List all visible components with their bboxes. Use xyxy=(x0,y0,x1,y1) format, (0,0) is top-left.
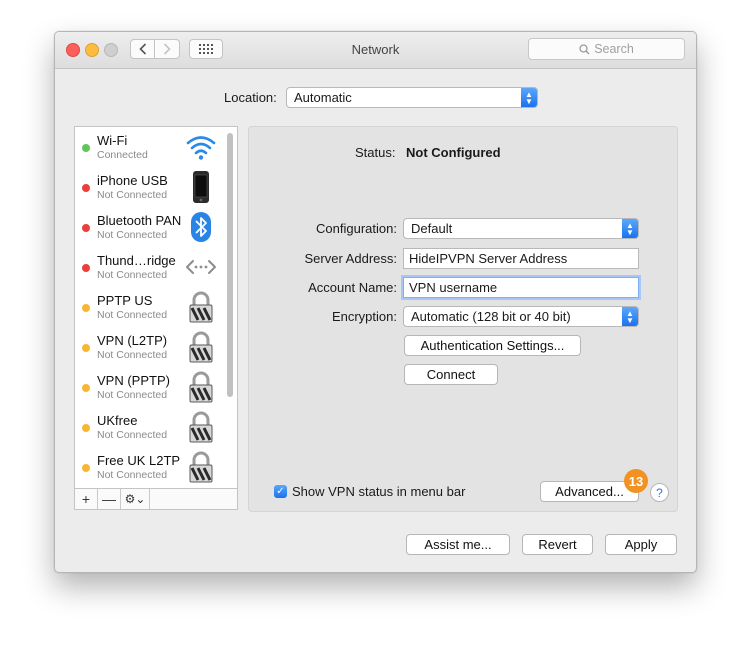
service-item-vpn-pptp[interactable]: VPN (PPTP) Not Connected xyxy=(75,367,225,407)
service-name: Bluetooth PAN xyxy=(97,213,182,228)
status-dot xyxy=(82,424,90,432)
service-name: iPhone USB xyxy=(97,173,168,188)
service-item-free-uk-l2tp[interactable]: Free UK L2TP Not Connected xyxy=(75,447,225,485)
service-item-ukfree[interactable]: UKfree Not Connected xyxy=(75,407,225,447)
status-label: Status: xyxy=(355,145,396,160)
thunderbolt-bridge-icon xyxy=(186,260,216,274)
configuration-value: Default xyxy=(411,221,453,236)
vpn-lock-icon xyxy=(189,331,213,363)
server-address-label: Server Address: xyxy=(304,251,398,266)
service-status: Not Connected xyxy=(97,429,168,441)
authentication-settings-button[interactable]: Authentication Settings... xyxy=(404,335,581,356)
connect-button[interactable]: Connect xyxy=(404,364,498,385)
location-label: Location: xyxy=(224,90,277,105)
status-dot xyxy=(82,344,90,352)
step-number-badge: 13 xyxy=(624,469,648,493)
service-item-bluetooth-pan[interactable]: Bluetooth PAN Not Connected xyxy=(75,207,225,247)
apply-button[interactable]: Apply xyxy=(605,534,677,555)
service-list: Wi-Fi Connected iPhone USB Not Connected xyxy=(74,126,238,510)
vpn-lock-icon xyxy=(189,411,213,443)
add-service-button[interactable]: + xyxy=(75,489,98,509)
encryption-select[interactable]: Automatic (128 bit or 40 bit) ▲ ▼ xyxy=(403,306,639,327)
assist-me-button[interactable]: Assist me... xyxy=(406,534,510,555)
status-value: Not Configured xyxy=(406,145,501,160)
service-status: Connected xyxy=(97,149,148,161)
iphone-icon xyxy=(193,171,209,203)
service-status: Not Connected xyxy=(97,189,168,201)
server-address-value: HideIPVPN Server Address xyxy=(409,251,568,266)
service-status: Not Connected xyxy=(97,469,168,481)
status-dot xyxy=(82,264,90,272)
select-arrows-icon: ▲ ▼ xyxy=(622,307,638,326)
status-dot xyxy=(82,304,90,312)
location-value: Automatic xyxy=(294,90,352,105)
revert-button[interactable]: Revert xyxy=(522,534,593,555)
select-arrows-icon: ▲ ▼ xyxy=(521,88,537,107)
location-select[interactable]: Automatic ▲ ▼ xyxy=(286,87,538,108)
service-status: Not Connected xyxy=(97,349,168,361)
bluetooth-icon xyxy=(191,212,211,242)
gear-menu-button[interactable]: ⚙⌄ xyxy=(121,489,150,509)
search-icon xyxy=(579,43,590,54)
vpn-lock-icon xyxy=(189,451,213,483)
service-list-scrollbar[interactable] xyxy=(227,133,233,397)
service-status: Not Connected xyxy=(97,309,168,321)
network-window: Network Search Location: Automatic ▲ ▼ Wi… xyxy=(54,31,697,573)
service-name: Free UK L2TP xyxy=(97,453,181,468)
service-list-toolbar: + — ⚙⌄ xyxy=(75,488,237,509)
select-arrows-icon: ▲ ▼ xyxy=(622,219,638,238)
encryption-label: Encryption: xyxy=(331,309,397,324)
configuration-select[interactable]: Default ▲ ▼ xyxy=(403,218,639,239)
account-name-field[interactable]: VPN username xyxy=(403,277,639,298)
remove-service-button[interactable]: — xyxy=(98,489,121,509)
service-list-items: Wi-Fi Connected iPhone USB Not Connected xyxy=(75,127,225,485)
encryption-value: Automatic (128 bit or 40 bit) xyxy=(411,309,571,324)
configuration-label: Configuration: xyxy=(316,221,397,236)
vpn-lock-icon xyxy=(189,371,213,403)
service-name: Thund…ridge xyxy=(97,253,176,268)
show-vpn-status-checkbox[interactable]: ✓ xyxy=(274,485,287,498)
show-vpn-status-row[interactable]: ✓ Show VPN status in menu bar xyxy=(274,484,465,499)
status-dot xyxy=(82,224,90,232)
service-item-vpn-l2tp[interactable]: VPN (L2TP) Not Connected xyxy=(75,327,225,367)
account-name-value: VPN username xyxy=(409,280,498,295)
service-name: PPTP US xyxy=(97,293,153,308)
status-dot xyxy=(82,384,90,392)
server-address-field[interactable]: HideIPVPN Server Address xyxy=(403,248,639,269)
service-item-pptp-us[interactable]: PPTP US Not Connected xyxy=(75,287,225,327)
status-dot xyxy=(82,144,90,152)
wifi-icon xyxy=(186,136,216,160)
help-button[interactable]: ? xyxy=(650,483,669,502)
search-input[interactable]: Search xyxy=(528,38,685,60)
service-name: Wi-Fi xyxy=(97,133,128,148)
account-name-label: Account Name: xyxy=(308,280,397,295)
show-vpn-status-label: Show VPN status in menu bar xyxy=(292,484,466,499)
title-bar: Network Search xyxy=(55,32,696,69)
service-status: Not Connected xyxy=(97,269,168,281)
service-item-thunderbolt-bridge[interactable]: Thund…ridge Not Connected xyxy=(75,247,225,287)
service-name: VPN (L2TP) xyxy=(97,333,168,348)
status-dot xyxy=(82,184,90,192)
service-name: VPN (PPTP) xyxy=(97,373,170,388)
service-item-iphone-usb[interactable]: iPhone USB Not Connected xyxy=(75,167,225,207)
service-name: UKfree xyxy=(97,413,138,428)
service-status: Not Connected xyxy=(97,389,168,401)
vpn-lock-icon xyxy=(189,291,213,323)
status-dot xyxy=(82,464,90,472)
service-status: Not Connected xyxy=(97,229,168,241)
search-placeholder: Search xyxy=(594,42,634,56)
service-item-wifi[interactable]: Wi-Fi Connected xyxy=(75,127,225,167)
